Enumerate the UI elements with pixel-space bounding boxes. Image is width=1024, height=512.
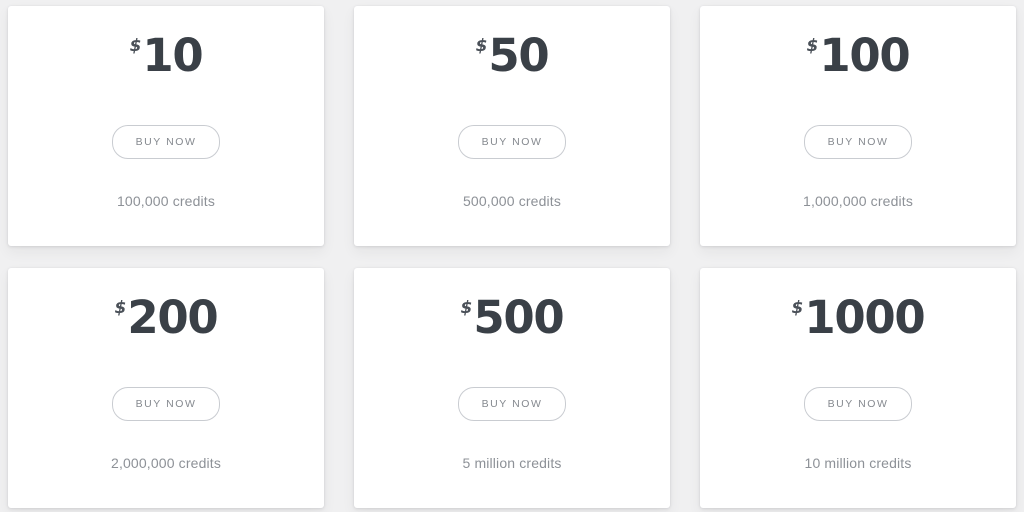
pricing-card[interactable]: $ 200 BUY NOW 2,000,000 credits: [8, 268, 324, 508]
buy-now-button[interactable]: BUY NOW: [111, 125, 221, 159]
price-amount: 500: [473, 291, 564, 344]
price: $ 1000: [791, 291, 926, 353]
pricing-card[interactable]: $ 1000 BUY NOW 10 million credits: [700, 268, 1016, 508]
price-amount: 1000: [804, 291, 925, 344]
credits-label: 1,000,000 credits: [803, 193, 913, 209]
currency-symbol: $: [475, 36, 488, 56]
currency-symbol: $: [806, 36, 819, 56]
price-amount: 100: [819, 29, 910, 82]
price: $ 50: [475, 29, 550, 91]
currency-symbol: $: [114, 298, 127, 318]
buy-now-button[interactable]: BUY NOW: [803, 387, 913, 421]
price-amount: 200: [127, 291, 218, 344]
pricing-card[interactable]: $ 100 BUY NOW 1,000,000 credits: [700, 6, 1016, 246]
buy-now-button[interactable]: BUY NOW: [457, 125, 567, 159]
pricing-card[interactable]: $ 50 BUY NOW 500,000 credits: [354, 6, 670, 246]
buy-now-button[interactable]: BUY NOW: [457, 387, 567, 421]
price-amount: 50: [488, 29, 549, 82]
price: $ 100: [806, 29, 911, 91]
currency-symbol: $: [129, 36, 142, 56]
credits-label: 10 million credits: [804, 455, 912, 471]
buy-now-button[interactable]: BUY NOW: [111, 387, 221, 421]
currency-symbol: $: [791, 298, 804, 318]
currency-symbol: $: [460, 298, 473, 318]
pricing-card[interactable]: $ 500 BUY NOW 5 million credits: [354, 268, 670, 508]
credits-label: 2,000,000 credits: [111, 455, 221, 471]
price: $ 200: [114, 291, 219, 353]
credits-label: 500,000 credits: [463, 193, 561, 209]
pricing-grid: $ 10 BUY NOW 100,000 credits $ 50 BUY NO…: [8, 6, 1016, 508]
buy-now-button[interactable]: BUY NOW: [803, 125, 913, 159]
pricing-card[interactable]: $ 10 BUY NOW 100,000 credits: [8, 6, 324, 246]
credits-label: 5 million credits: [462, 455, 562, 471]
price: $ 10: [129, 29, 204, 91]
price: $ 500: [460, 291, 565, 353]
price-amount: 10: [142, 29, 203, 82]
credits-label: 100,000 credits: [117, 193, 215, 209]
